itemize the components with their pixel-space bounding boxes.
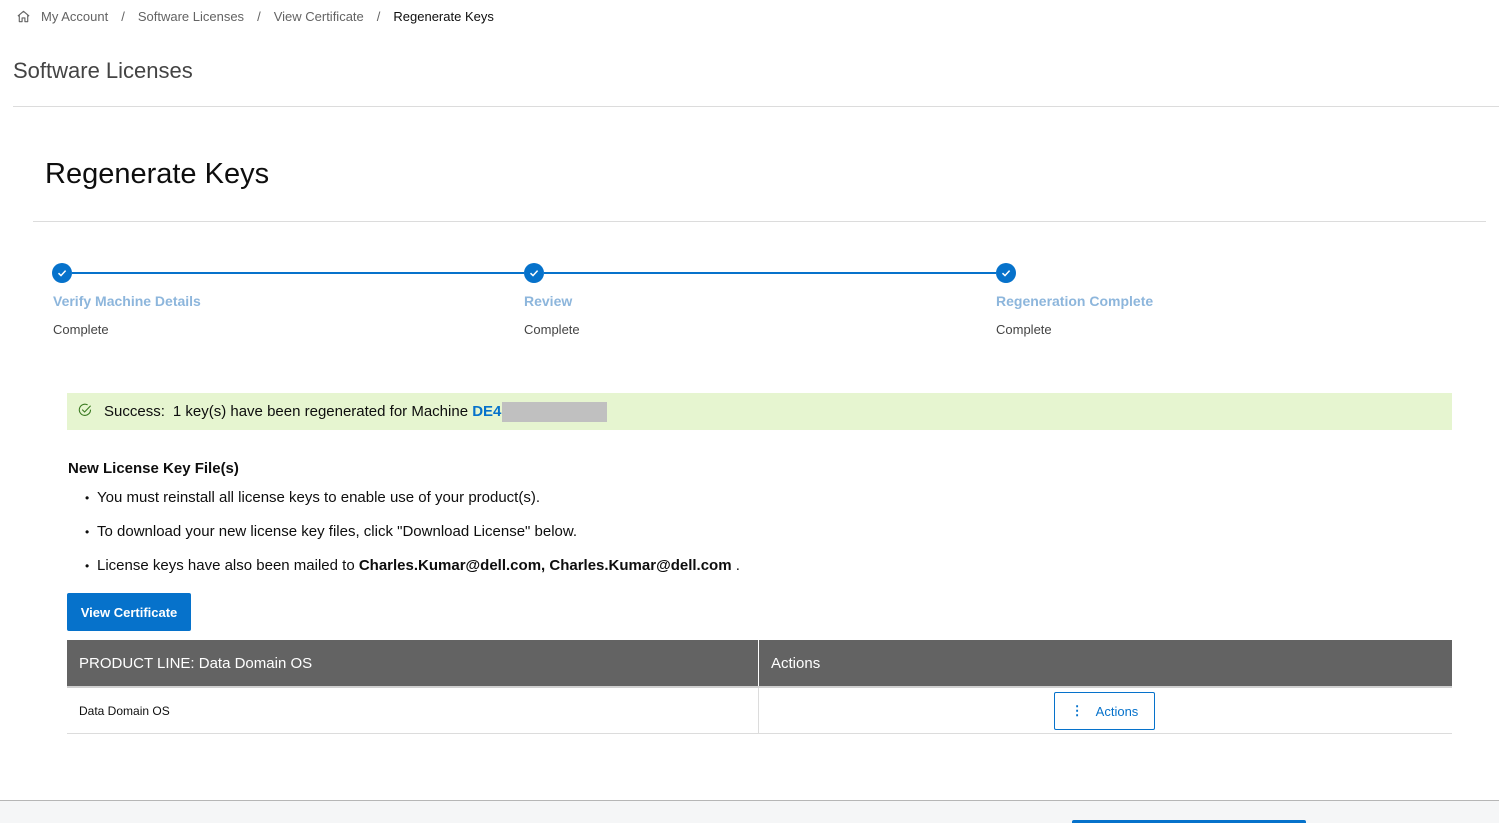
step-2-status: Complete bbox=[524, 322, 580, 337]
actions-cell: ⋮ Actions bbox=[759, 688, 1452, 733]
step-1-check-icon bbox=[52, 263, 72, 283]
step-3-check-icon bbox=[996, 263, 1016, 283]
alert-message: 1 key(s) have been regenerated for Machi… bbox=[172, 403, 469, 420]
redacted-block bbox=[502, 401, 608, 422]
step-connector bbox=[544, 272, 996, 274]
step-1-status: Complete bbox=[53, 322, 109, 337]
mailed-emails: Charles.Kumar@dell.com, Charles.Kumar@de… bbox=[358, 557, 732, 574]
actions-button-label: Actions bbox=[1095, 703, 1139, 719]
product-cell: Data Domain OS bbox=[67, 688, 759, 733]
breadcrumb-separator: / bbox=[121, 8, 125, 24]
table-row: Data Domain OS ⋮ Actions bbox=[67, 688, 1452, 734]
success-alert: Success: 1 key(s) have been regenerated … bbox=[67, 393, 1452, 430]
breadcrumb-separator: / bbox=[257, 8, 261, 24]
breadcrumb-separator: / bbox=[376, 8, 381, 24]
list-item: • License keys have also been mailed to C… bbox=[85, 557, 740, 574]
license-table: PRODUCT LINE: Data Domain OS Actions Dat… bbox=[67, 640, 1452, 734]
home-icon[interactable] bbox=[16, 9, 31, 24]
view-certificate-button[interactable]: View Certificate bbox=[67, 593, 191, 631]
actions-button[interactable]: ⋮ Actions bbox=[1054, 692, 1155, 730]
list-item: • To download your new license key files,… bbox=[85, 523, 578, 540]
divider bbox=[13, 106, 1499, 107]
success-check-icon bbox=[77, 402, 93, 418]
step-3-status: Complete bbox=[996, 322, 1052, 337]
step-2-check-icon bbox=[524, 263, 544, 283]
alert-label: Success: bbox=[104, 403, 165, 420]
machine-id[interactable]: DE4 bbox=[472, 403, 501, 420]
column-header-actions: Actions bbox=[771, 654, 821, 672]
step-3-label: Regeneration Complete bbox=[996, 293, 1154, 309]
step-1-label: Verify Machine Details bbox=[53, 293, 201, 309]
page-title: Software Licenses bbox=[13, 58, 193, 83]
breadcrumb-regenerate-keys: Regenerate Keys bbox=[393, 8, 494, 24]
step-connector bbox=[72, 272, 524, 274]
breadcrumb-view-certificate[interactable]: View Certificate bbox=[274, 9, 364, 24]
list-item: • You must reinstall all license keys to … bbox=[85, 489, 541, 506]
breadcrumb-software-licenses[interactable]: Software Licenses bbox=[138, 9, 244, 24]
breadcrumb-my-account[interactable]: My Account bbox=[41, 9, 108, 24]
license-keys-heading: New License Key File(s) bbox=[68, 460, 239, 477]
section-title: Regenerate Keys bbox=[45, 158, 270, 190]
license-keys-instructions: • You must reinstall all license keys to … bbox=[85, 489, 740, 591]
kebab-menu-icon: ⋮ bbox=[1070, 703, 1084, 718]
table-header: PRODUCT LINE: Data Domain OS Actions bbox=[67, 640, 1452, 688]
divider bbox=[33, 221, 1486, 222]
column-header-product-line: PRODUCT LINE: Data Domain OS bbox=[67, 640, 759, 686]
breadcrumb: My Account / Software Licenses / View Ce… bbox=[16, 6, 494, 26]
step-2-label: Review bbox=[524, 293, 573, 309]
